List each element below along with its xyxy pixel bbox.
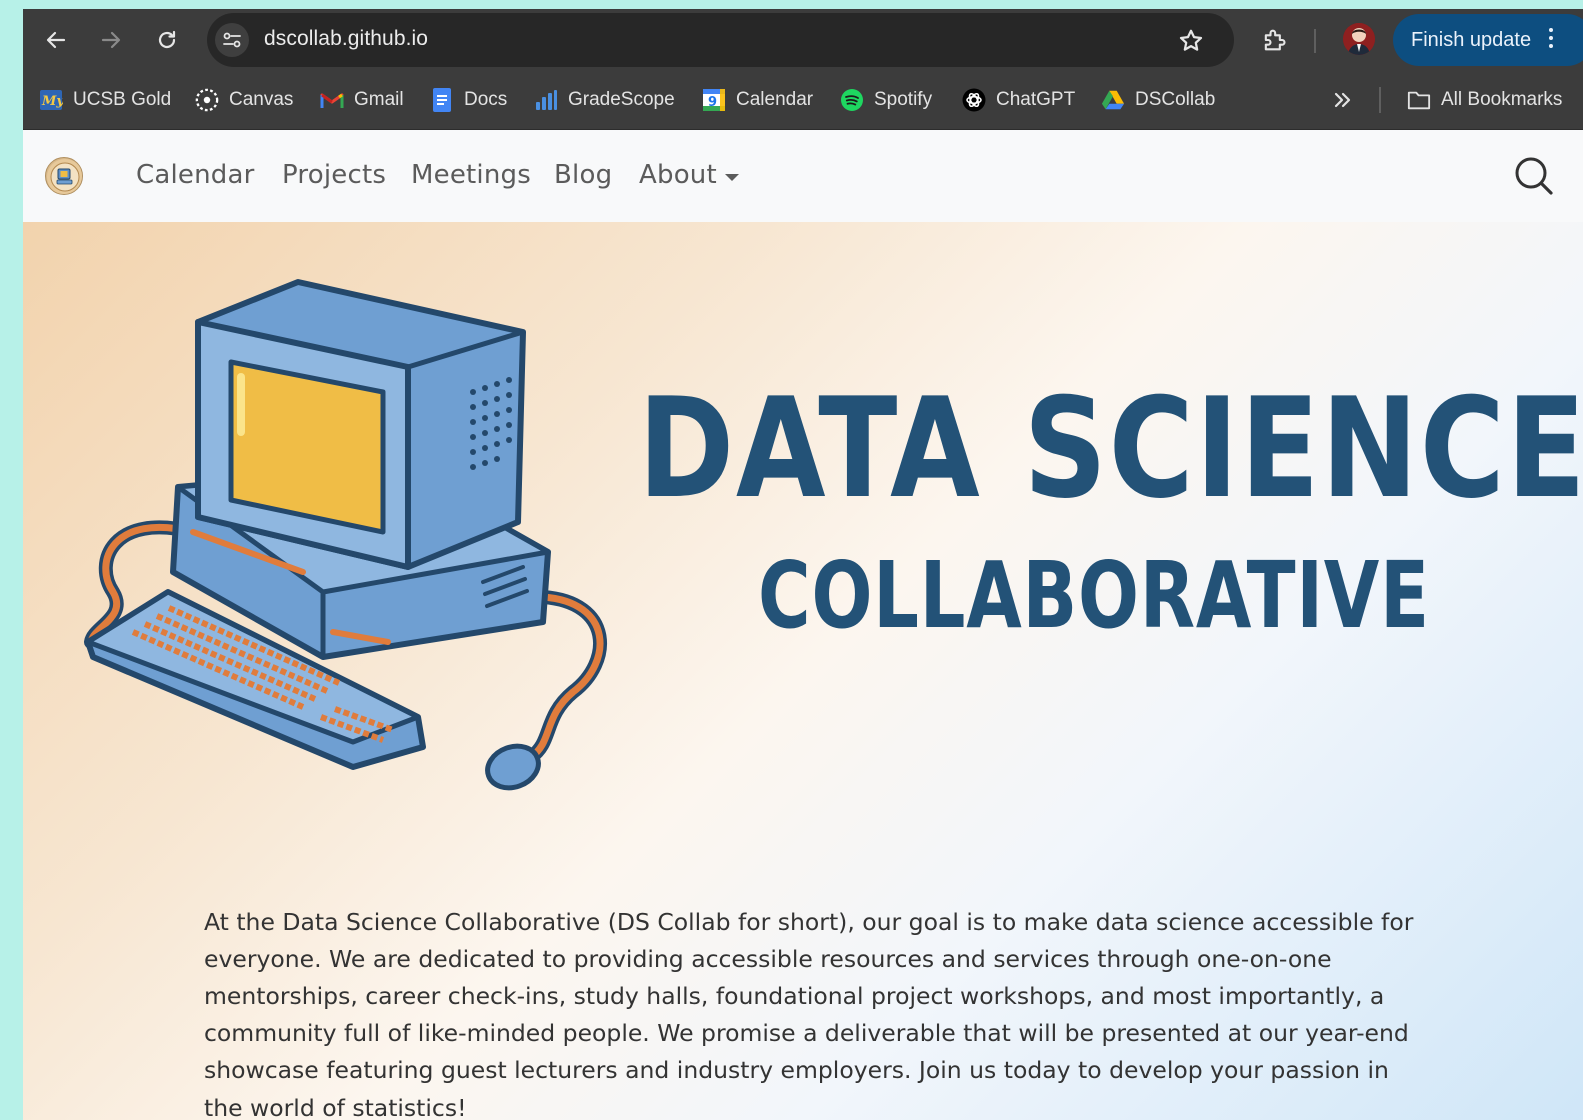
google-drive-icon <box>1101 88 1125 112</box>
toolbar-divider <box>1314 29 1316 53</box>
folder-icon <box>1407 88 1431 112</box>
more-vert-icon <box>1547 28 1555 52</box>
search-icon <box>1515 157 1553 195</box>
computer-illustration <box>84 279 607 791</box>
url-text[interactable]: dscollab.github.io <box>264 27 428 51</box>
all-bookmarks-label: All Bookmarks <box>1441 89 1563 110</box>
reload-button[interactable] <box>150 23 184 57</box>
caret-down-icon <box>725 174 739 181</box>
back-button[interactable] <box>39 23 73 57</box>
bookmark-item[interactable]: ChatGPT <box>962 86 1075 114</box>
nav-about-dropdown[interactable]: About <box>639 160 717 190</box>
tune-icon <box>223 32 241 48</box>
spotify-icon <box>840 88 864 112</box>
bookmark-item[interactable]: GradeScope <box>534 86 675 114</box>
browser-window: dscollab.github.io Finish update My UCSB… <box>23 9 1583 1120</box>
search-button[interactable] <box>1513 155 1555 197</box>
bookmarks-overflow-button[interactable] <box>1332 86 1354 114</box>
canvas-icon <box>195 88 219 112</box>
hero-subtitle: COLLABORATIVE <box>758 542 1430 649</box>
site-info-button[interactable] <box>215 23 249 57</box>
bookmarks-bar: My UCSB Gold Canvas Gmail Docs GradeScop… <box>23 72 1583 130</box>
bookmark-item[interactable]: My UCSB Gold <box>39 86 171 114</box>
chatgpt-icon <box>962 88 986 112</box>
finish-update-label: Finish update <box>1411 28 1532 51</box>
google-calendar-icon: 9 <box>702 88 726 112</box>
logo-image <box>47 159 82 194</box>
finish-update-button[interactable]: Finish update <box>1393 14 1583 66</box>
arrow-right-icon <box>101 31 121 49</box>
reload-icon <box>158 30 176 49</box>
nav-calendar[interactable]: Calendar <box>136 160 255 190</box>
arrow-left-icon <box>46 31 66 49</box>
hero-description: At the Data Science Collaborative (DS Co… <box>204 907 1414 1120</box>
browser-toolbar: dscollab.github.io Finish update <box>23 9 1583 72</box>
bookmark-star-button[interactable] <box>1175 25 1207 57</box>
site-logo[interactable] <box>45 157 83 195</box>
svg-text:My: My <box>41 94 63 109</box>
bookmark-item[interactable]: Gmail <box>320 86 404 114</box>
forward-button[interactable] <box>94 23 128 57</box>
hero-title: DATA SCIENCE <box>638 368 1583 529</box>
star-icon <box>1179 29 1203 51</box>
chevron-double-right-icon <box>1334 92 1351 108</box>
profile-avatar[interactable] <box>1343 23 1375 55</box>
gmail-icon <box>320 88 344 112</box>
bookmark-item[interactable]: DSCollab <box>1101 86 1215 114</box>
bookmarks-divider <box>1379 87 1381 113</box>
puzzle-piece-icon <box>1264 29 1286 51</box>
bookmark-item[interactable]: 9 Calendar <box>702 86 813 114</box>
bookmark-item[interactable]: Spotify <box>840 86 932 114</box>
bookmark-item[interactable]: Docs <box>430 86 507 114</box>
hero-section: DATA SCIENCE COLLABORATIVE At the Data S… <box>23 222 1583 1120</box>
site-navbar: Calendar Projects Meetings Blog About <box>23 130 1583 223</box>
nav-projects[interactable]: Projects <box>282 160 386 190</box>
mygold-icon: My <box>39 88 63 112</box>
all-bookmarks-button[interactable]: All Bookmarks <box>1407 86 1562 114</box>
nav-blog[interactable]: Blog <box>554 160 612 190</box>
docs-icon <box>430 88 454 112</box>
bookmark-item[interactable]: Canvas <box>195 86 293 114</box>
nav-meetings[interactable]: Meetings <box>411 160 531 190</box>
extensions-button[interactable] <box>1257 23 1291 57</box>
gradescope-icon <box>534 88 558 112</box>
avatar-image <box>1343 23 1375 55</box>
svg-text:9: 9 <box>708 95 717 110</box>
address-bar[interactable]: dscollab.github.io <box>207 13 1234 67</box>
